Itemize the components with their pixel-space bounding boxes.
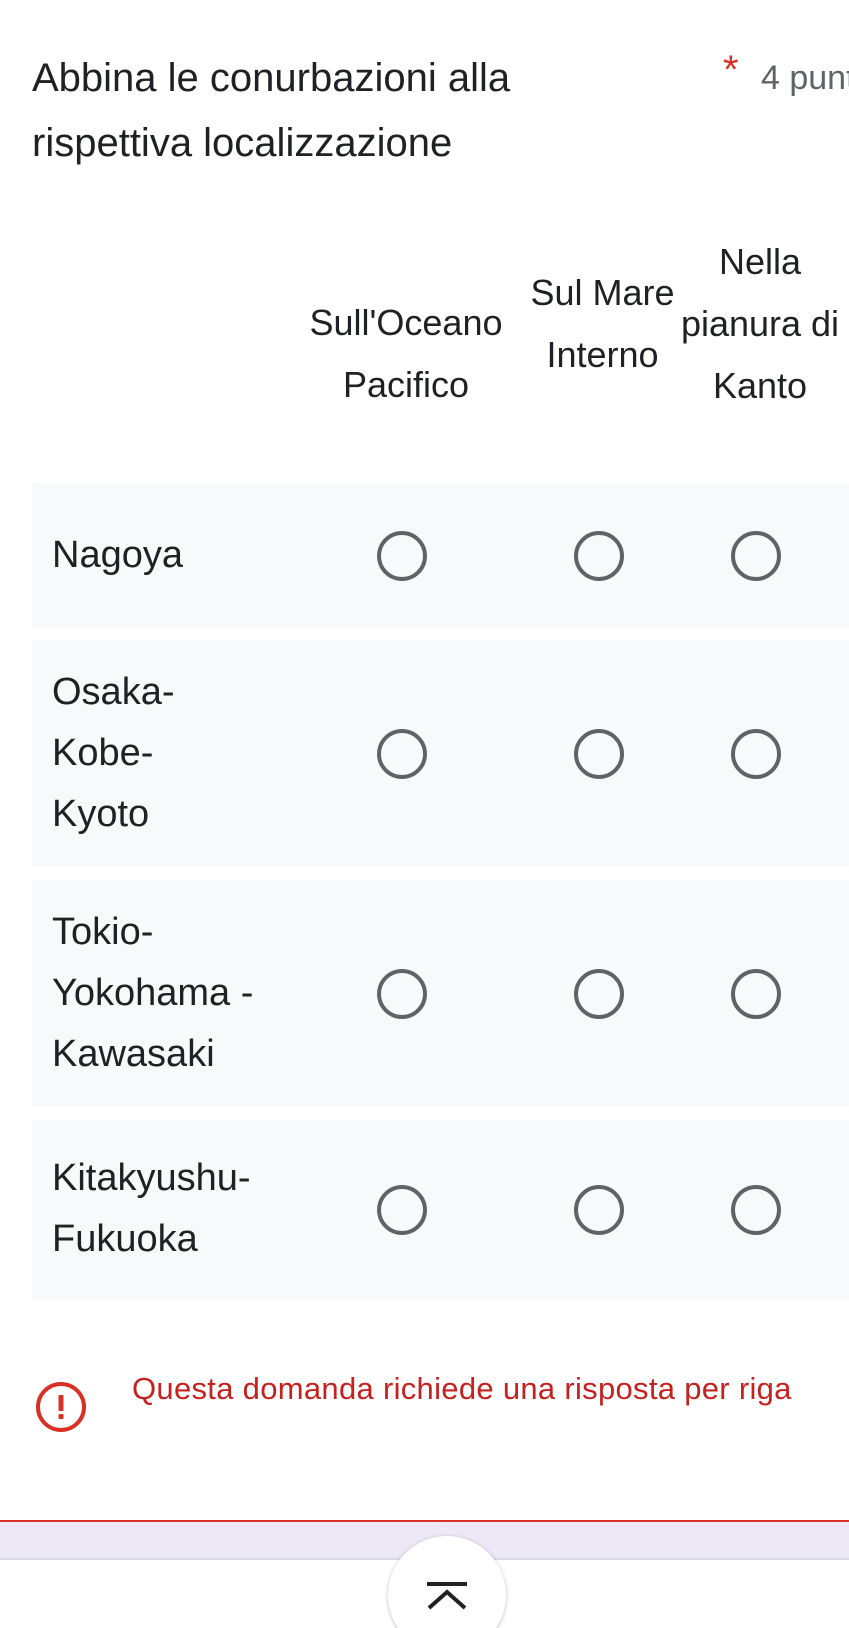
grid-row-tokio-yokohama-kawasaki: Tokio-Yokohama - Kawasaki [32, 880, 849, 1106]
radio-tokio-pacific[interactable] [377, 969, 427, 1019]
radio-nagoya-kanto[interactable] [731, 531, 781, 581]
radio-kitakyushu-inland-sea[interactable] [574, 1185, 624, 1235]
column-header-pacific: Sull'Oceano Pacifico [309, 302, 503, 405]
row-label: Nagoya [52, 534, 183, 576]
grid-row-nagoya: Nagoya [32, 483, 849, 628]
row-label: Tokio-Yokohama - Kawasaki [52, 911, 254, 1075]
radio-nagoya-inland-sea[interactable] [574, 531, 624, 581]
question-points: 4 punti [761, 59, 849, 97]
radio-osaka-pacific[interactable] [377, 729, 427, 779]
grid-row-osaka-kobe-kyoto: Osaka-Kobe-Kyoto [32, 640, 849, 866]
row-label: Osaka-Kobe-Kyoto [52, 671, 175, 835]
radio-kitakyushu-pacific[interactable] [377, 1185, 427, 1235]
form-page: Abbina le conurbazioni alla rispettiva l… [0, 0, 849, 1628]
required-marker: * [723, 48, 739, 92]
radio-osaka-inland-sea[interactable] [574, 729, 624, 779]
radio-tokio-kanto[interactable] [731, 969, 781, 1019]
radio-kitakyushu-kanto[interactable] [731, 1185, 781, 1235]
radio-nagoya-pacific[interactable] [377, 531, 427, 581]
radio-tokio-inland-sea[interactable] [574, 969, 624, 1019]
error-message: Questa domanda richiede una risposta per… [132, 1371, 792, 1406]
exclamation-circle-icon [36, 1382, 86, 1432]
row-label: Kitakyushu-Fukuoka [52, 1157, 251, 1260]
chevron-up-bar-icon [427, 1582, 467, 1610]
column-header-inland-sea: Sul Mare Interno [530, 272, 675, 375]
grid-row-kitakyushu-fukuoka: Kitakyushu-Fukuoka [32, 1120, 849, 1300]
column-header-kanto: Nella pianura di Kanto [680, 241, 840, 406]
radio-osaka-kanto[interactable] [731, 729, 781, 779]
validation-error: Questa domanda richiede una risposta per… [32, 1366, 832, 1466]
question-title: Abbina le conurbazioni alla rispettiva l… [32, 56, 511, 165]
